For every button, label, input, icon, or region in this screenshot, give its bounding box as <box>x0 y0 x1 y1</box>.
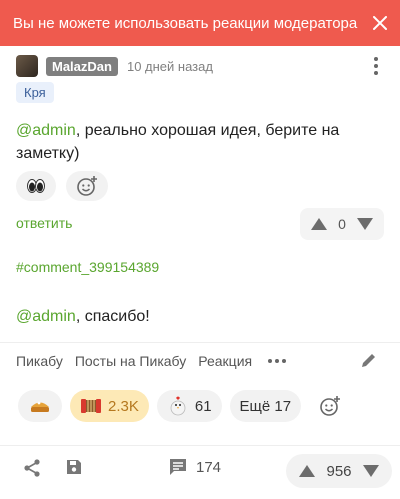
chicken-icon <box>170 396 186 416</box>
toast-message: Вы не можете использовать реакции модера… <box>13 14 358 32</box>
nav-item-posts[interactable]: Посты на Пикабу <box>75 353 186 369</box>
comment-reactions <box>16 171 108 201</box>
post-footer: 174 956 <box>0 445 400 499</box>
downvote-icon[interactable] <box>362 464 380 478</box>
upvote-icon[interactable] <box>310 217 328 231</box>
pie-reaction-button[interactable] <box>18 390 62 422</box>
upvote-icon[interactable] <box>298 464 316 478</box>
mention-link[interactable]: @admin <box>16 122 76 139</box>
comment-icon <box>170 459 186 475</box>
more-horizontal-icon[interactable] <box>268 359 287 363</box>
pencil-icon[interactable] <box>360 351 378 374</box>
comment-card: MalazDan 10 дней назад Кря @admin, реаль… <box>0 46 400 445</box>
comment-text: @admin, реально хорошая идея, берите на … <box>16 119 346 165</box>
downvote-icon[interactable] <box>356 217 374 231</box>
eyes-reaction-button[interactable] <box>16 171 56 201</box>
nav-item-pikabu[interactable]: Пикабу <box>16 353 63 369</box>
accordion-reaction-button[interactable]: 2.3K <box>70 390 149 422</box>
error-toast: Вы не можете использовать реакции модера… <box>0 0 400 46</box>
close-icon[interactable] <box>372 15 388 31</box>
add-reaction-button[interactable] <box>66 171 108 201</box>
share-icon[interactable] <box>22 458 42 483</box>
chicken-reaction-button[interactable]: 61 <box>156 390 222 422</box>
add-reaction-button[interactable] <box>309 390 352 422</box>
post-rating: 956 <box>326 462 352 480</box>
accordion-icon <box>81 399 101 413</box>
add-reaction-icon <box>320 396 341 416</box>
reply-link[interactable]: ответить <box>16 215 72 231</box>
comments-count: 174 <box>196 458 222 476</box>
time-ago[interactable]: 10 дней назад <box>127 59 213 74</box>
avatar[interactable] <box>16 55 38 77</box>
chicken-count: 61 <box>194 397 212 415</box>
reply-text: @admin, спасибо! <box>16 307 150 327</box>
nav-item-reaction[interactable]: Реакция <box>198 353 252 369</box>
post-reactions: 2.3K 61 Ещё 17 <box>18 390 352 422</box>
community-nav: Пикабу Посты на Пикабу Реакция <box>16 353 287 369</box>
mention-link[interactable]: @admin <box>16 308 76 325</box>
post-vote: 956 <box>286 454 392 488</box>
accordion-count: 2.3K <box>108 397 139 415</box>
comments-button[interactable]: 174 <box>168 457 221 477</box>
save-icon[interactable] <box>65 458 83 481</box>
eyes-icon <box>27 179 45 193</box>
pie-icon <box>31 401 49 412</box>
username[interactable]: MalazDan <box>46 56 118 76</box>
comment-vote: 0 <box>300 208 384 240</box>
divider <box>0 342 400 343</box>
user-tag[interactable]: Кря <box>16 82 54 103</box>
more-reactions-button[interactable]: Ещё 17 <box>229 390 302 422</box>
more-reactions-label: Ещё 17 <box>239 397 292 415</box>
more-vertical-icon[interactable] <box>374 57 378 78</box>
comment-rating: 0 <box>338 216 346 232</box>
add-reaction-icon <box>77 176 97 196</box>
comment-header: MalazDan 10 дней назад <box>16 55 213 77</box>
comment-hash-link[interactable]: #comment_399154389 <box>16 259 159 275</box>
reply-text-body: , спасибо! <box>75 308 150 325</box>
